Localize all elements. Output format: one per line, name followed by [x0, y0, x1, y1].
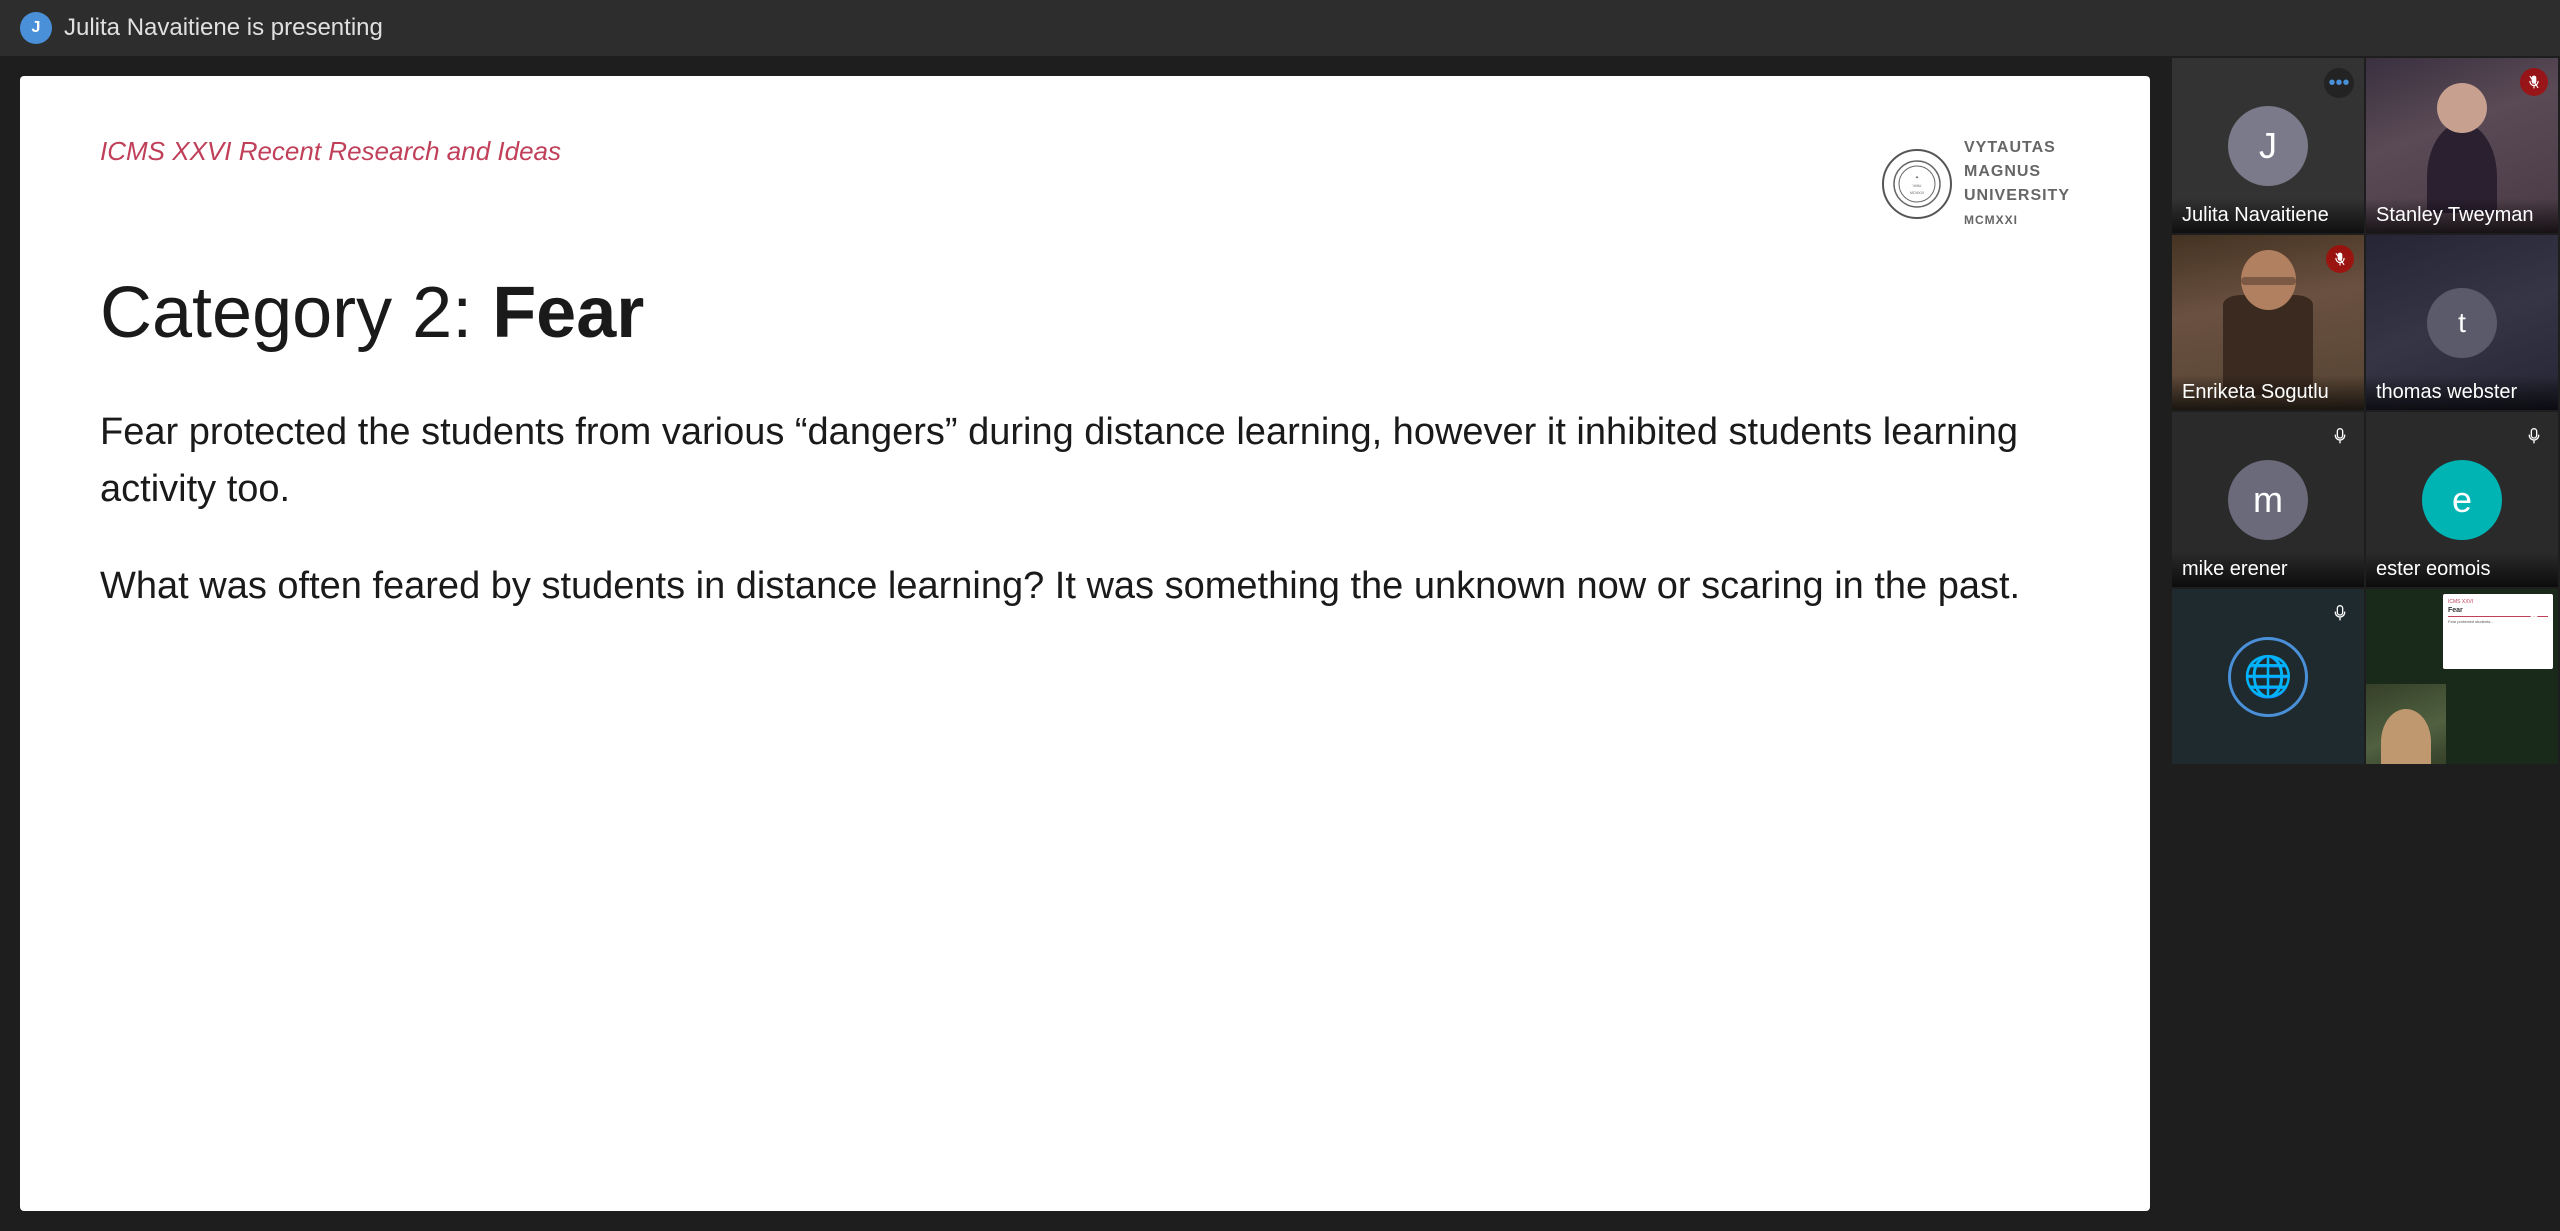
participant-tile-slideperson[interactable]: ICMS XXVI Fear Fear protected students..…	[2366, 589, 2558, 764]
participant-name-stanley: Stanley Tweyman	[2366, 198, 2558, 233]
participant-tile-enriketa[interactable]: Enriketa Sogutlu	[2172, 235, 2364, 410]
avatar-ester: e	[2422, 460, 2502, 540]
svg-text:MCMXXI: MCMXXI	[1910, 191, 1924, 195]
university-logo: ✦ VMU MCMXXI VYTAUTASMAGNUSUNIVERSITYMCM…	[1882, 136, 2070, 232]
mute-indicator-slideperson	[2520, 599, 2548, 627]
mute-indicator-stanley	[2520, 68, 2548, 96]
avatar-julita: J	[2228, 106, 2308, 186]
slide-title: Category 2: Fear	[100, 272, 2070, 354]
participant-tile-globe[interactable]: 🌐	[2172, 589, 2364, 764]
avatar-mike: m	[2228, 460, 2308, 540]
participant-name-julita: Julita Navaitiene	[2172, 198, 2364, 233]
slide-content: ICMS XXVI Recent Research and Ideas ✦ VM…	[20, 76, 2150, 1211]
slide-paragraph-1: Fear protected the students from various…	[100, 404, 2070, 518]
slide-paragraph-2: What was often feared by students in dis…	[100, 558, 2070, 615]
globe-icon: 🌐	[2228, 637, 2308, 717]
participant-name-mike: mike erener	[2172, 552, 2364, 587]
participant-name-enriketa: Enriketa Sogutlu	[2172, 375, 2364, 410]
mute-indicator-enriketa	[2326, 245, 2354, 273]
main-area: ICMS XXVI Recent Research and Ideas ✦ VM…	[0, 56, 2560, 1231]
slide-body: Fear protected the students from various…	[100, 404, 2070, 655]
presenter-avatar: J	[20, 12, 52, 44]
participant-name-thomas: thomas webster	[2366, 375, 2558, 410]
participant-name-ester: ester eomois	[2366, 552, 2558, 587]
slide-area: ICMS XXVI Recent Research and Ideas ✦ VM…	[0, 56, 2170, 1231]
university-seal: ✦ VMU MCMXXI	[1882, 149, 1952, 219]
participant-tile-mike[interactable]: m mike erener	[2172, 412, 2364, 587]
svg-text:✦: ✦	[1915, 175, 1919, 181]
participant-tile-thomas[interactable]: t thomas webster	[2366, 235, 2558, 410]
tile-video-globe: 🌐	[2172, 589, 2364, 764]
participants-sidebar: J ••• Julita Navaitiene Stanley Tweyman	[2170, 56, 2560, 1231]
tile-video-slideperson: ICMS XXVI Fear Fear protected students..…	[2366, 589, 2558, 764]
slide-subtitle: ICMS XXVI Recent Research and Ideas	[100, 136, 561, 167]
participant-tile-julita[interactable]: J ••• Julita Navaitiene	[2172, 58, 2364, 233]
participant-tile-ester[interactable]: e ester eomois	[2366, 412, 2558, 587]
svg-text:VMU: VMU	[1913, 183, 1922, 188]
slide-header: ICMS XXVI Recent Research and Ideas ✦ VM…	[100, 136, 2070, 232]
participant-tile-stanley[interactable]: Stanley Tweyman	[2366, 58, 2558, 233]
mute-indicator-globe	[2326, 599, 2354, 627]
options-button-julita[interactable]: •••	[2324, 68, 2354, 98]
top-bar: J Julita Navaitiene is presenting	[0, 0, 2560, 56]
mute-indicator-ester	[2520, 422, 2548, 450]
university-name: VYTAUTASMAGNUSUNIVERSITYMCMXXI	[1964, 136, 2070, 232]
presenter-label: Julita Navaitiene is presenting	[64, 14, 383, 42]
mute-indicator-mike	[2326, 422, 2354, 450]
